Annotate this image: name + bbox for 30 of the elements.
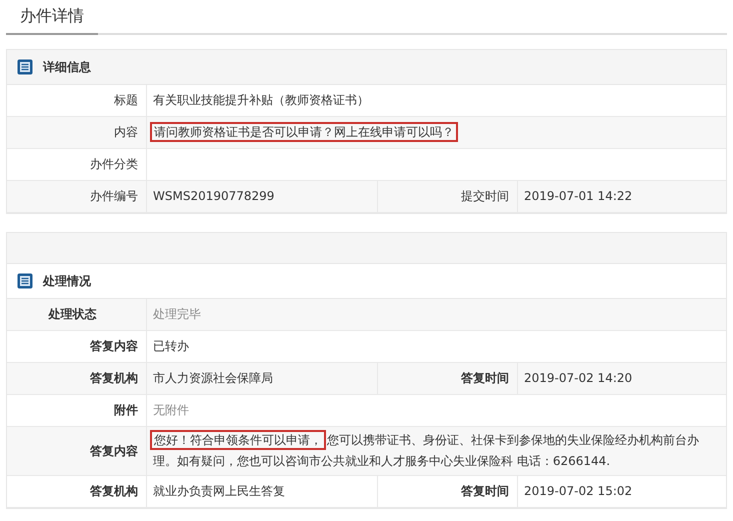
field-label: 办件编号 <box>90 188 138 205</box>
field-value: 有关职业技能提升补贴（教师资格证书） <box>153 92 369 109</box>
field-label: 标题 <box>114 92 138 109</box>
field-value: 就业办负责网上民生答复 <box>153 483 285 500</box>
field-label: 答复时间 <box>461 483 509 500</box>
field-value: 已转办 <box>153 338 189 355</box>
list-icon <box>17 273 33 289</box>
field-value: WSMS20190778299 <box>153 188 274 205</box>
field-value: 您好！符合申领条件可以申请， 您可以携带证书、身份证、社保卡到参保地的失业保险经办机构前台办理。如有疑问，您也可以咨询市公共就业和人才服务中心失业保险科 电话：6266144. <box>153 430 720 472</box>
field-label: 处理状态 <box>48 306 96 323</box>
tab[interactable]: 办件详情 <box>6 6 98 35</box>
field-label: 内容 <box>114 124 138 141</box>
field-label: 提交时间 <box>461 188 509 205</box>
field-value: 2019-07-02 15:02 <box>524 483 632 500</box>
field-value: 请问教师资格证书是否可以申请？网上在线申请可以吗？ <box>153 122 459 143</box>
field-label: 答复内容 <box>90 338 138 355</box>
field-value: 无附件 <box>153 402 189 419</box>
field-value: 2019-07-01 14:22 <box>524 188 632 205</box>
field-value: 处理完毕 <box>153 306 201 323</box>
field-label: 办件分类 <box>90 156 138 173</box>
field-label: 附件 <box>114 402 138 419</box>
section-title: 处理情况 <box>43 272 91 290</box>
field-label: 答复机构 <box>90 483 138 500</box>
field-value: 市人力资源社会保障局 <box>153 370 273 387</box>
field-value: 2019-07-02 14:20 <box>524 370 632 387</box>
field-label: 答复内容 <box>90 442 138 460</box>
list-icon <box>17 59 33 75</box>
field-label: 答复时间 <box>461 370 509 387</box>
field-label: 答复机构 <box>90 370 138 387</box>
section-title: 详细信息 <box>43 58 91 76</box>
